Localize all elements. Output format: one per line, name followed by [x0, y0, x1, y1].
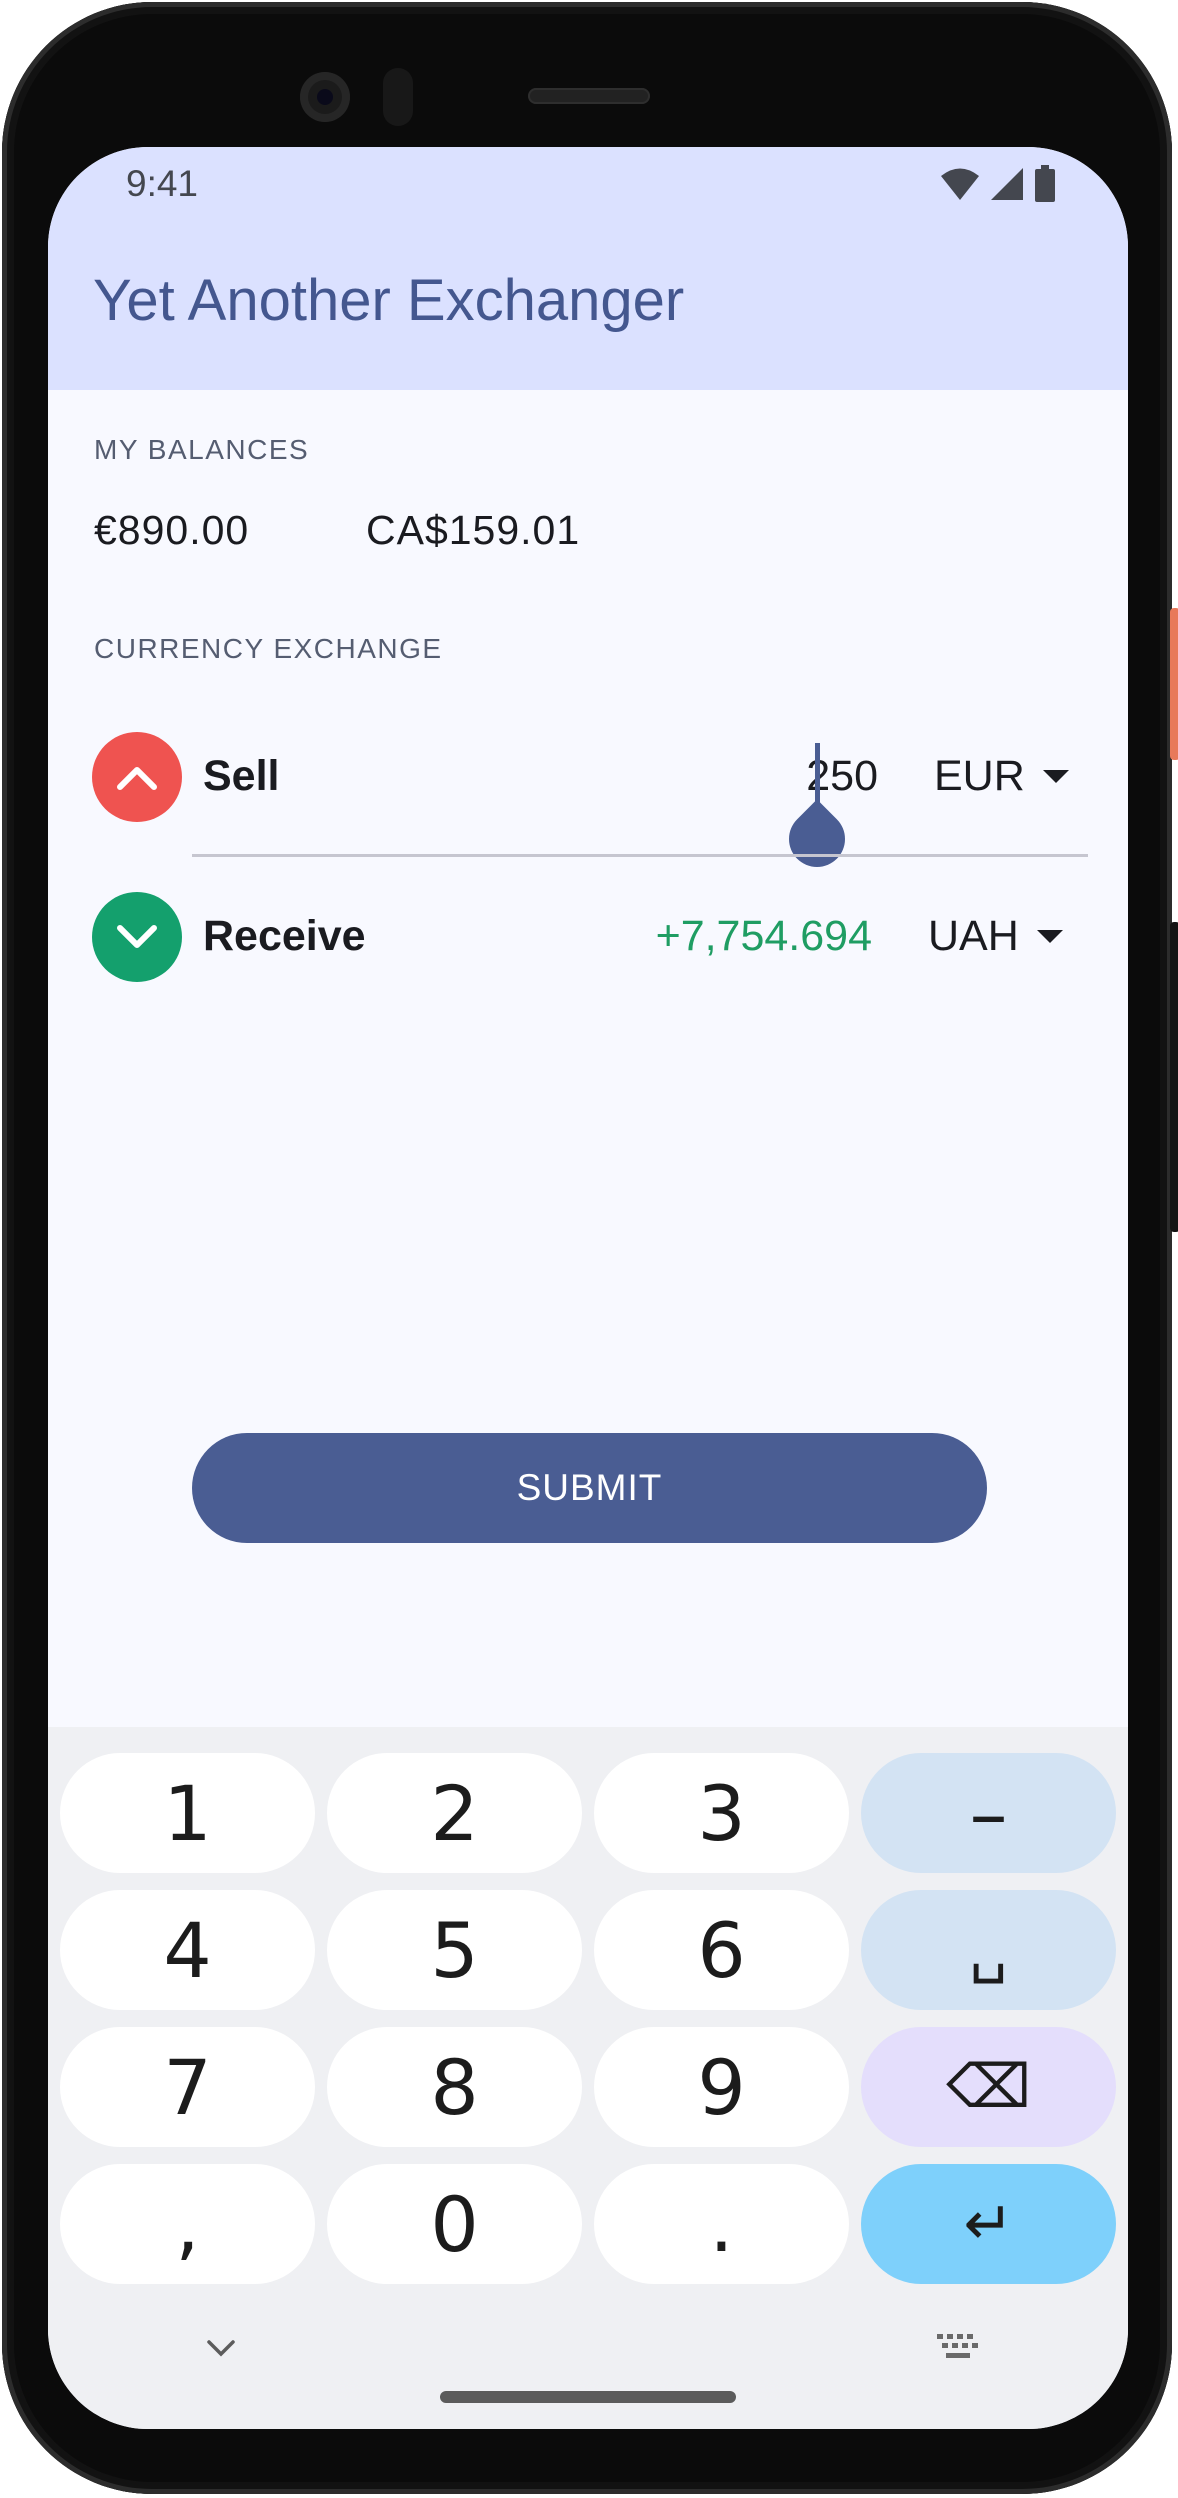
key-3[interactable]: 3 [594, 1753, 849, 1873]
key-4[interactable]: 4 [60, 1890, 315, 2010]
phone-frame: 9:41 Yet Another Exchanger MY BALANCES €… [2, 2, 1178, 2494]
cell-signal-icon [991, 168, 1023, 200]
proximity-sensor [383, 68, 413, 126]
sell-currency-dropdown[interactable]: EUR [934, 752, 1069, 801]
app-bar: 9:41 Yet Another Exchanger [48, 147, 1128, 390]
status-time: 9:41 [126, 163, 199, 204]
key-1[interactable]: 1 [60, 1753, 315, 1873]
wifi-icon [941, 168, 979, 200]
receive-currency-label: UAH [928, 912, 1019, 960]
chevron-down-icon [117, 925, 157, 948]
exchange-label: CURRENCY EXCHANGE [94, 633, 443, 664]
key-minus[interactable]: – [861, 1753, 1116, 1873]
sell-currency-label: EUR [934, 752, 1025, 800]
key-9[interactable]: 9 [594, 2027, 849, 2147]
balances-label: MY BALANCES [94, 434, 310, 465]
key-6[interactable]: 6 [594, 1890, 849, 2010]
key-period[interactable]: . [594, 2164, 849, 2284]
key-2[interactable]: 2 [327, 1753, 582, 1873]
key-comma[interactable]: , [60, 2164, 315, 2284]
key-0[interactable]: 0 [327, 2164, 582, 2284]
earpiece-speaker [528, 88, 650, 104]
numeric-keyboard: 1 2 3 – 4 5 6 ␣ 7 8 9 ⌫ , 0 . ↵ [48, 1727, 1128, 2429]
balance-eur: €890.00 [94, 507, 250, 553]
sell-field-underline [192, 854, 1088, 857]
power-button [1170, 608, 1178, 760]
chevron-up-icon [117, 767, 157, 790]
receive-label: Receive [203, 912, 366, 960]
keyboard-icon[interactable] [936, 2333, 980, 2361]
dropdown-arrow-icon [1036, 930, 1063, 943]
key-backspace[interactable]: ⌫ [861, 2027, 1116, 2147]
cursor-handle[interactable] [777, 799, 857, 879]
sell-indicator [92, 732, 182, 822]
key-space[interactable]: ␣ [861, 1890, 1116, 2010]
key-enter[interactable]: ↵ [861, 2164, 1116, 2284]
key-8[interactable]: 8 [327, 2027, 582, 2147]
app-title: Yet Another Exchanger [93, 268, 685, 333]
chevron-down-icon[interactable] [206, 2339, 236, 2357]
receive-amount: +7,754.694 [655, 912, 872, 960]
submit-button[interactable]: SUBMIT [192, 1433, 987, 1543]
battery-icon [1035, 165, 1055, 202]
key-7[interactable]: 7 [60, 2027, 315, 2147]
balance-cad: CA$159.01 [366, 507, 581, 553]
sell-label: Sell [203, 752, 280, 800]
volume-button [1170, 922, 1178, 1232]
status-icons [940, 165, 1056, 203]
receive-indicator [92, 892, 182, 982]
key-5[interactable]: 5 [327, 1890, 582, 2010]
front-camera [300, 72, 350, 122]
receive-currency-dropdown[interactable]: UAH [928, 912, 1063, 961]
gesture-nav-handle[interactable] [440, 2391, 736, 2403]
screen: 9:41 Yet Another Exchanger MY BALANCES €… [48, 147, 1128, 2429]
dropdown-arrow-icon [1042, 770, 1069, 783]
